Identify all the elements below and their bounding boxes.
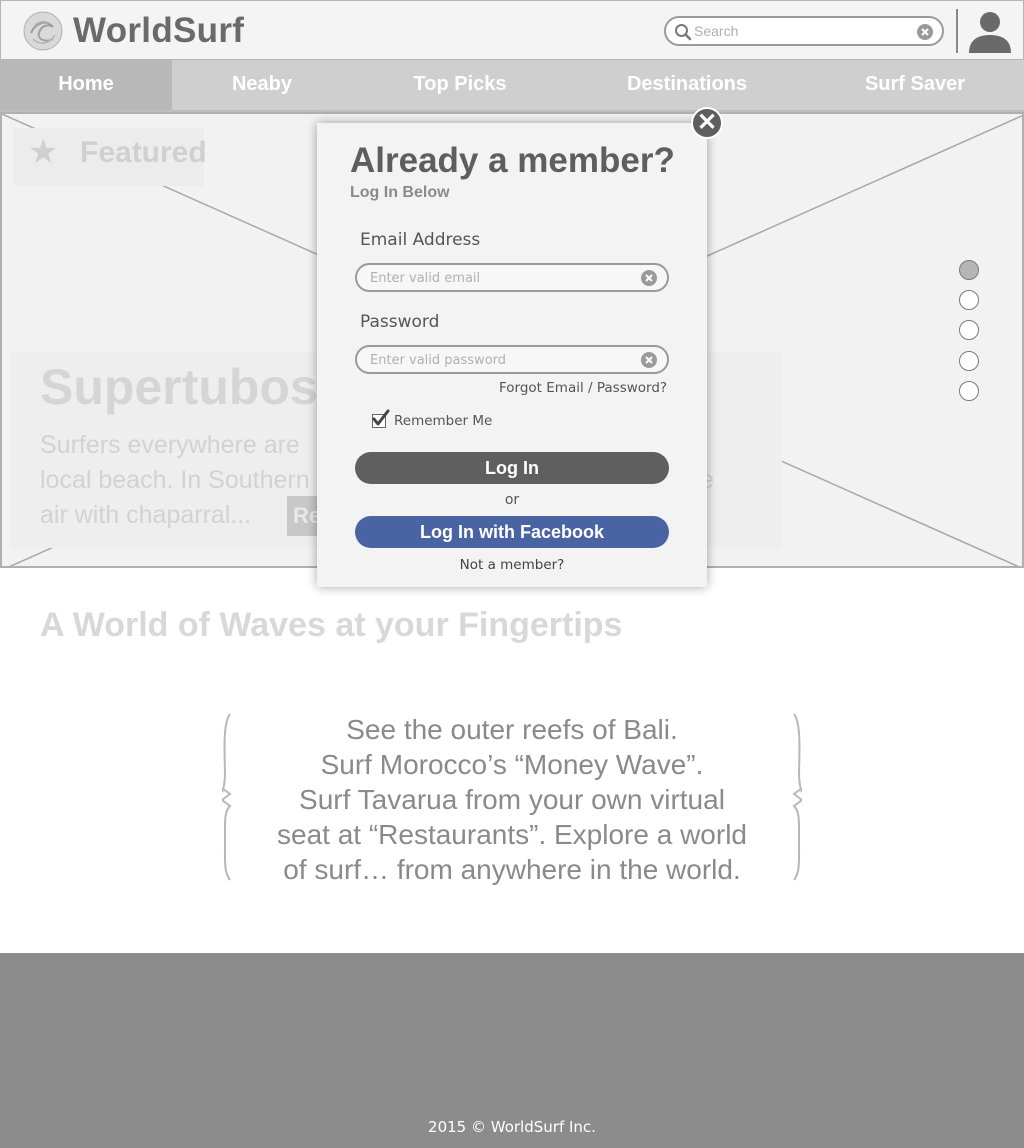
- header-divider: [956, 9, 958, 53]
- hero-title: Supertubos: [40, 359, 318, 415]
- quote-text: See the outer reefs of Bali. Surf Morocc…: [222, 712, 802, 887]
- search-input[interactable]: [694, 20, 914, 42]
- main-nav: Home Neaby Top Picks Destinations Surf S…: [0, 60, 1024, 112]
- nav-item-destinations[interactable]: Destinations: [568, 60, 806, 110]
- quote-line: seat at “Restaurants”. Explore a world: [277, 819, 747, 850]
- email-input[interactable]: [370, 268, 630, 288]
- clear-search-icon[interactable]: [916, 23, 934, 41]
- featured-label: Featured: [80, 136, 207, 169]
- nav-item-top-picks[interactable]: Top Picks: [352, 60, 568, 110]
- carousel-dot-1[interactable]: [959, 260, 979, 280]
- carousel-dot-3[interactable]: [959, 320, 979, 340]
- quote-line: Surf Tavarua from your own virtual: [299, 784, 725, 815]
- modal-subtitle: Log In Below: [350, 184, 450, 201]
- section-title: A World of Waves at your Fingertips: [40, 606, 623, 644]
- or-separator: or: [504, 492, 520, 508]
- star-icon: ★: [28, 133, 59, 171]
- clear-password-icon[interactable]: [640, 351, 658, 369]
- close-icon[interactable]: ✕: [691, 107, 723, 139]
- email-field[interactable]: [355, 263, 669, 292]
- nav-item-nearby[interactable]: Neaby: [172, 60, 352, 110]
- search-box[interactable]: [664, 16, 944, 46]
- nav-item-surf-saver[interactable]: Surf Saver: [806, 60, 1024, 110]
- facebook-login-button[interactable]: Log In with Facebook: [355, 516, 669, 548]
- not-a-member-link[interactable]: Not a member?: [317, 557, 707, 573]
- logo-icon[interactable]: [23, 11, 63, 51]
- quote-line: of surf… from anywhere in the world.: [283, 854, 741, 885]
- password-label: Password: [360, 312, 440, 332]
- footer: 2015 © WorldSurf Inc.: [0, 953, 1024, 1148]
- quote-block: See the outer reefs of Bali. Surf Morocc…: [222, 712, 802, 885]
- login-modal: Already a member? Log In Below Email Add…: [317, 123, 707, 587]
- hero-text-line: Surfers everywhere are: [40, 431, 300, 459]
- quote-line: See the outer reefs of Bali.: [346, 714, 678, 745]
- remember-me-label[interactable]: Remember Me: [394, 413, 492, 429]
- login-button[interactable]: Log In: [355, 452, 669, 484]
- nav-item-home[interactable]: Home: [0, 60, 172, 110]
- modal-title: Already a member?: [350, 141, 675, 180]
- checkmark-icon: [372, 409, 390, 426]
- forgot-credentials-link[interactable]: Forgot Email / Password?: [499, 380, 667, 396]
- carousel-dot-5[interactable]: [959, 381, 979, 401]
- search-icon: [675, 24, 692, 41]
- quote-line: Surf Morocco’s “Money Wave”.: [320, 749, 704, 780]
- password-field[interactable]: [355, 345, 669, 374]
- clear-email-icon[interactable]: [640, 269, 658, 287]
- hero-text-line: air with chaparral...: [40, 501, 252, 529]
- header-bar: WorldSurf: [0, 0, 1024, 60]
- hero-text-line: local beach. In Southern: [40, 466, 310, 494]
- copyright-text: 2015 © WorldSurf Inc.: [428, 1118, 596, 1136]
- password-input[interactable]: [370, 350, 630, 370]
- carousel-dot-2[interactable]: [959, 290, 979, 310]
- brand-name[interactable]: WorldSurf: [73, 11, 244, 51]
- carousel-dot-4[interactable]: [959, 351, 979, 371]
- user-account-icon[interactable]: [967, 9, 1013, 53]
- email-label: Email Address: [360, 230, 481, 250]
